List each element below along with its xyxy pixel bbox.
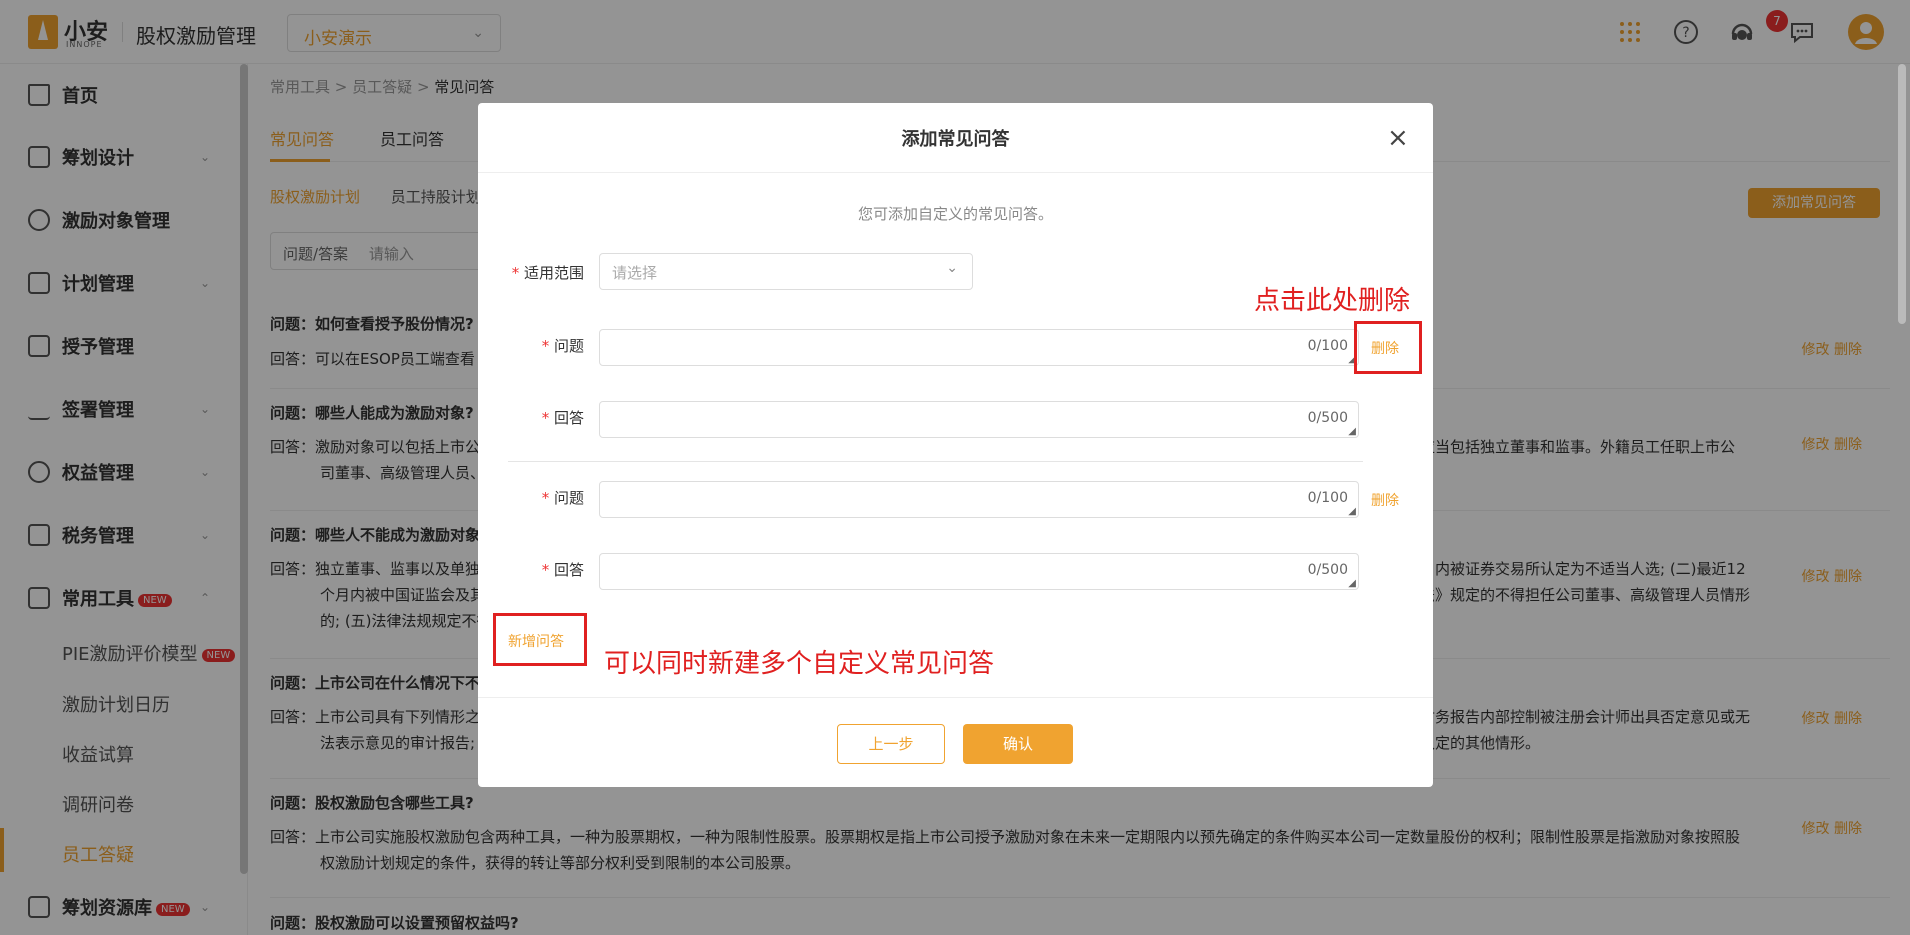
char-counter: 0/100 — [1307, 490, 1348, 506]
confirm-button[interactable]: 确认 — [963, 724, 1073, 764]
resize-handle-icon[interactable]: ◢ — [1348, 506, 1356, 517]
question-label: * 问题 — [541, 489, 584, 507]
char-counter: 0/100 — [1307, 338, 1348, 354]
scope-label: * 适用范围 — [511, 264, 584, 282]
scope-select-placeholder: 请选择 — [612, 264, 658, 282]
annotation-highlight-box — [1354, 321, 1422, 374]
modal-header: 添加常见问答 × — [478, 103, 1433, 173]
question-input[interactable]: 0/100 ◢ — [599, 329, 1359, 366]
resize-handle-icon[interactable]: ◢ — [1348, 426, 1356, 437]
annotation-highlight-box — [493, 613, 587, 666]
annotation-delete-hint: 点击此处删除 — [1254, 286, 1411, 316]
resize-handle-icon[interactable]: ◢ — [1348, 578, 1356, 589]
question-input[interactable]: 0/100 ◢ — [599, 481, 1359, 518]
answer-input[interactable]: 0/500 ◢ — [599, 401, 1359, 438]
annotation-add-hint: 可以同时新建多个自定义常见问答 — [604, 649, 995, 679]
add-faq-modal: 添加常见问答 × 您可添加自定义的常见问答。 * 适用范围 请选择 ⌄ * 问题… — [478, 103, 1433, 787]
divider — [508, 461, 1363, 462]
prev-button[interactable]: 上一步 — [837, 724, 945, 764]
modal-title: 添加常见问答 — [901, 129, 1010, 150]
question-label: * 问题 — [541, 337, 584, 355]
scope-select[interactable]: 请选择 ⌄ — [599, 253, 973, 290]
char-counter: 0/500 — [1307, 562, 1348, 578]
delete-qa-button[interactable]: 删除 — [1371, 490, 1399, 510]
modal-footer-divider — [478, 697, 1433, 698]
modal-tip: 您可添加自定义的常见问答。 — [857, 205, 1053, 223]
chevron-down-icon: ⌄ — [946, 260, 958, 276]
char-counter: 0/500 — [1307, 410, 1348, 426]
answer-label: * 回答 — [541, 561, 584, 579]
page-scrollbar[interactable] — [1898, 64, 1906, 324]
answer-label: * 回答 — [541, 409, 584, 427]
close-icon[interactable]: × — [1387, 123, 1409, 153]
answer-input[interactable]: 0/500 ◢ — [599, 553, 1359, 590]
